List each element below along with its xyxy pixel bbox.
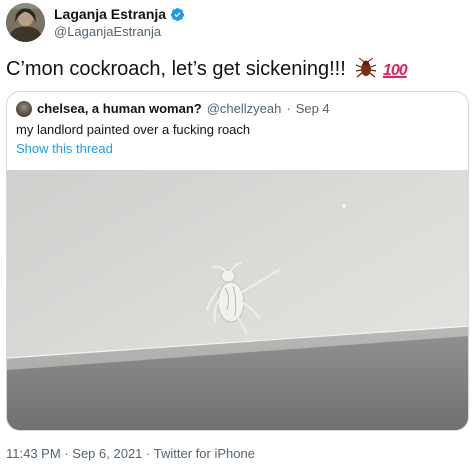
- author-handle[interactable]: @LaganjaEstranja: [54, 23, 161, 40]
- quoted-author-avatar: [16, 100, 32, 117]
- cockroach-emoji-icon: [356, 57, 377, 78]
- quoted-tweet-card[interactable]: chelsea, a human woman? @chellzyeah · Se…: [6, 91, 469, 431]
- author-display-name[interactable]: Laganja Estranja: [54, 5, 185, 23]
- tweet-timestamp-link[interactable]: 11:43 PM · Sep 6, 2021: [6, 446, 142, 461]
- quoted-author-name: chelsea, a human woman?: [37, 101, 202, 116]
- quoted-tweet-text: my landlord painted over a fucking roach: [16, 122, 251, 137]
- quoted-tweet-date: Sep 4: [295, 101, 330, 116]
- quoted-tweet-header: chelsea, a human woman? @chellzyeah · Se…: [16, 100, 330, 117]
- tweet-source-link[interactable]: Twitter for iPhone: [154, 446, 255, 461]
- tweet: Laganja Estranja @LaganjaEstranja C’mon …: [0, 0, 474, 465]
- author-name-text: Laganja Estranja: [54, 6, 167, 22]
- author-avatar[interactable]: [6, 3, 45, 42]
- show-thread-link[interactable]: Show this thread: [16, 140, 113, 157]
- footer-separator-2: ·: [146, 446, 151, 461]
- verified-badge-icon: [170, 7, 185, 21]
- tweet-text-body: C’mon cockroach, let’s get sickening!!!: [6, 58, 346, 80]
- footer-separator-1: ·: [64, 446, 69, 461]
- hundred-points-emoji-icon: 100: [382, 62, 408, 79]
- tweet-footer: 11:43 PM · Sep 6, 2021 · Twitter for iPh…: [6, 445, 255, 462]
- quoted-tweet-photo[interactable]: [7, 170, 468, 430]
- quoted-author-handle: @chellzyeah: [206, 101, 282, 116]
- tweet-date: Sep 6, 2021: [72, 446, 143, 461]
- tweet-time: 11:43 PM: [6, 446, 61, 461]
- quoted-meta-separator: ·: [286, 101, 291, 116]
- tweet-text: C’mon cockroach, let’s get sickening!!! …: [6, 56, 408, 84]
